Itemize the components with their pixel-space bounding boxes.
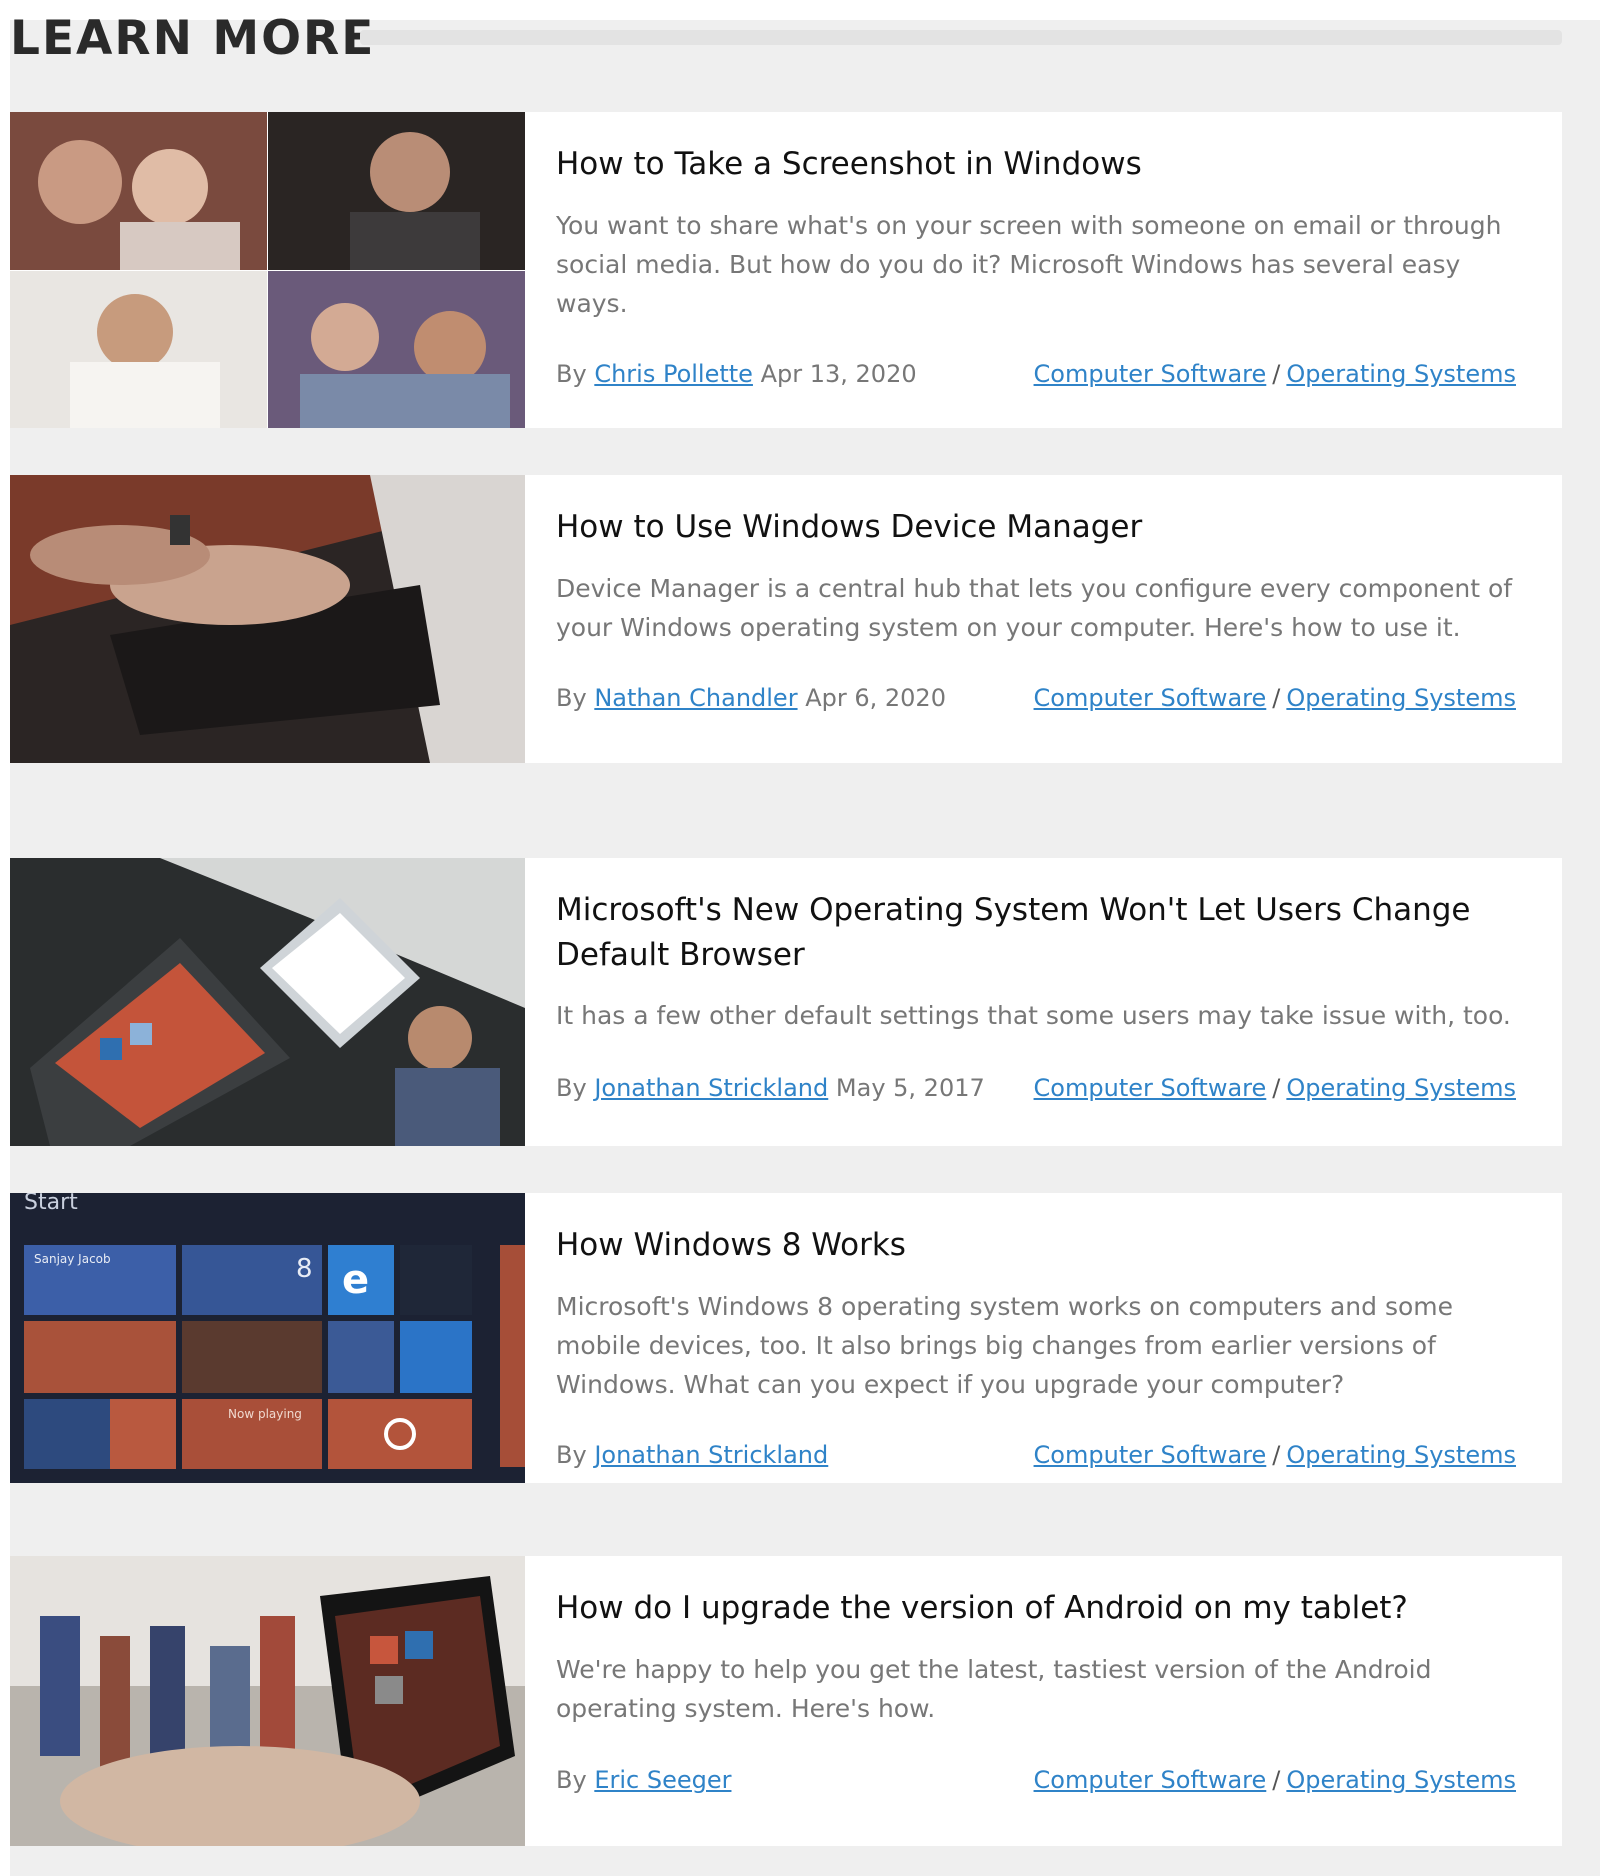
category-link-operating-systems[interactable]: Operating Systems	[1286, 360, 1516, 388]
article-meta: By Nathan Chandler Apr 6, 2020 Computer …	[556, 680, 1516, 716]
category-link-computer-software[interactable]: Computer Software	[1034, 360, 1267, 388]
article-thumbnail-tablets[interactable]	[10, 858, 525, 1146]
article-description: It has a few other default settings that…	[556, 1001, 1511, 1030]
article-card[interactable]: How to Take a Screenshot in Windows You …	[10, 112, 1562, 428]
tile-contact-name: Sanjay Jacob	[34, 1252, 111, 1266]
article-thumbnail-windows-8-start[interactable]: Start Sanjay Jacob 8 e Now playing	[10, 1193, 525, 1483]
article-meta: By Eric Seeger Computer Software / Operati…	[556, 1762, 1516, 1798]
byline-prefix: By	[556, 684, 587, 712]
article-title[interactable]: Microsoft's New Operating System Won't L…	[556, 888, 1536, 978]
article-thumbnail-keyboard[interactable]	[10, 475, 525, 763]
category-link-operating-systems[interactable]: Operating Systems	[1286, 1074, 1516, 1102]
article-title[interactable]: How to Use Windows Device Manager	[556, 505, 1536, 550]
category-separator: /	[1272, 1441, 1281, 1469]
article-description: You want to share what's on your screen …	[556, 211, 1502, 318]
article-meta: By Jonathan Strickland May 5, 2017 Compu…	[556, 1070, 1516, 1106]
article-card[interactable]: Start Sanjay Jacob 8 e Now playing How W…	[10, 1193, 1562, 1483]
article-meta: By Chris Pollette Apr 13, 2020 Computer …	[556, 356, 1516, 392]
category-link-computer-software[interactable]: Computer Software	[1034, 1074, 1267, 1102]
title-divider	[360, 30, 1562, 45]
tile-now-playing: Now playing	[228, 1407, 302, 1421]
article-card[interactable]: Microsoft's New Operating System Won't L…	[10, 858, 1562, 1146]
byline: By Jonathan Strickland May 5, 2017	[556, 1070, 985, 1106]
category-link-operating-systems[interactable]: Operating Systems	[1286, 684, 1516, 712]
article-date: May 5, 2017	[835, 1074, 985, 1102]
category-separator: /	[1272, 360, 1281, 388]
category-links: Computer Software / Operating Systems	[1034, 1437, 1516, 1473]
section-title: LEARN MORE	[10, 11, 376, 66]
category-links: Computer Software / Operating Systems	[1034, 1070, 1516, 1106]
category-link-operating-systems[interactable]: Operating Systems	[1286, 1441, 1516, 1469]
article-description: We're happy to help you get the latest, …	[556, 1655, 1432, 1723]
byline-prefix: By	[556, 1441, 587, 1469]
author-link[interactable]: Chris Pollette	[594, 360, 753, 388]
category-link-computer-software[interactable]: Computer Software	[1034, 684, 1267, 712]
author-link[interactable]: Jonathan Strickland	[594, 1074, 828, 1102]
byline: By Nathan Chandler Apr 6, 2020	[556, 680, 946, 716]
category-link-operating-systems[interactable]: Operating Systems	[1286, 1766, 1516, 1794]
article-thumbnail-video-call[interactable]	[10, 112, 525, 428]
category-link-computer-software[interactable]: Computer Software	[1034, 1766, 1267, 1794]
svg-text:e: e	[342, 1257, 369, 1303]
category-separator: /	[1272, 1074, 1281, 1102]
article-card[interactable]: How to Use Windows Device Manager Device…	[10, 475, 1562, 763]
article-title[interactable]: How to Take a Screenshot in Windows	[556, 142, 1536, 187]
article-date: Apr 13, 2020	[760, 360, 917, 388]
category-links: Computer Software / Operating Systems	[1034, 356, 1516, 392]
byline: By Jonathan Strickland	[556, 1437, 828, 1473]
start-screen-label: Start	[24, 1193, 78, 1215]
category-separator: /	[1272, 1766, 1281, 1794]
byline: By Eric Seeger	[556, 1762, 731, 1798]
article-date: Apr 6, 2020	[805, 684, 946, 712]
article-thumbnail-android-tablet[interactable]	[10, 1556, 525, 1846]
category-separator: /	[1272, 684, 1281, 712]
article-meta: By Jonathan Strickland Computer Software…	[556, 1437, 1516, 1473]
article-description: Device Manager is a central hub that let…	[556, 574, 1513, 642]
category-links: Computer Software / Operating Systems	[1034, 680, 1516, 716]
article-description: Microsoft's Windows 8 operating system w…	[556, 1292, 1454, 1399]
article-card[interactable]: How do I upgrade the version of Android …	[10, 1556, 1562, 1846]
article-title[interactable]: How do I upgrade the version of Android …	[556, 1586, 1536, 1631]
article-title[interactable]: How Windows 8 Works	[556, 1223, 1536, 1268]
byline-prefix: By	[556, 1074, 587, 1102]
author-link[interactable]: Nathan Chandler	[594, 684, 797, 712]
byline-prefix: By	[556, 360, 587, 388]
category-links: Computer Software / Operating Systems	[1034, 1762, 1516, 1798]
tile-number: 8	[296, 1254, 313, 1284]
byline-prefix: By	[556, 1766, 587, 1794]
author-link[interactable]: Eric Seeger	[594, 1766, 731, 1794]
author-link[interactable]: Jonathan Strickland	[594, 1441, 828, 1469]
category-link-computer-software[interactable]: Computer Software	[1034, 1441, 1267, 1469]
byline: By Chris Pollette Apr 13, 2020	[556, 356, 917, 392]
